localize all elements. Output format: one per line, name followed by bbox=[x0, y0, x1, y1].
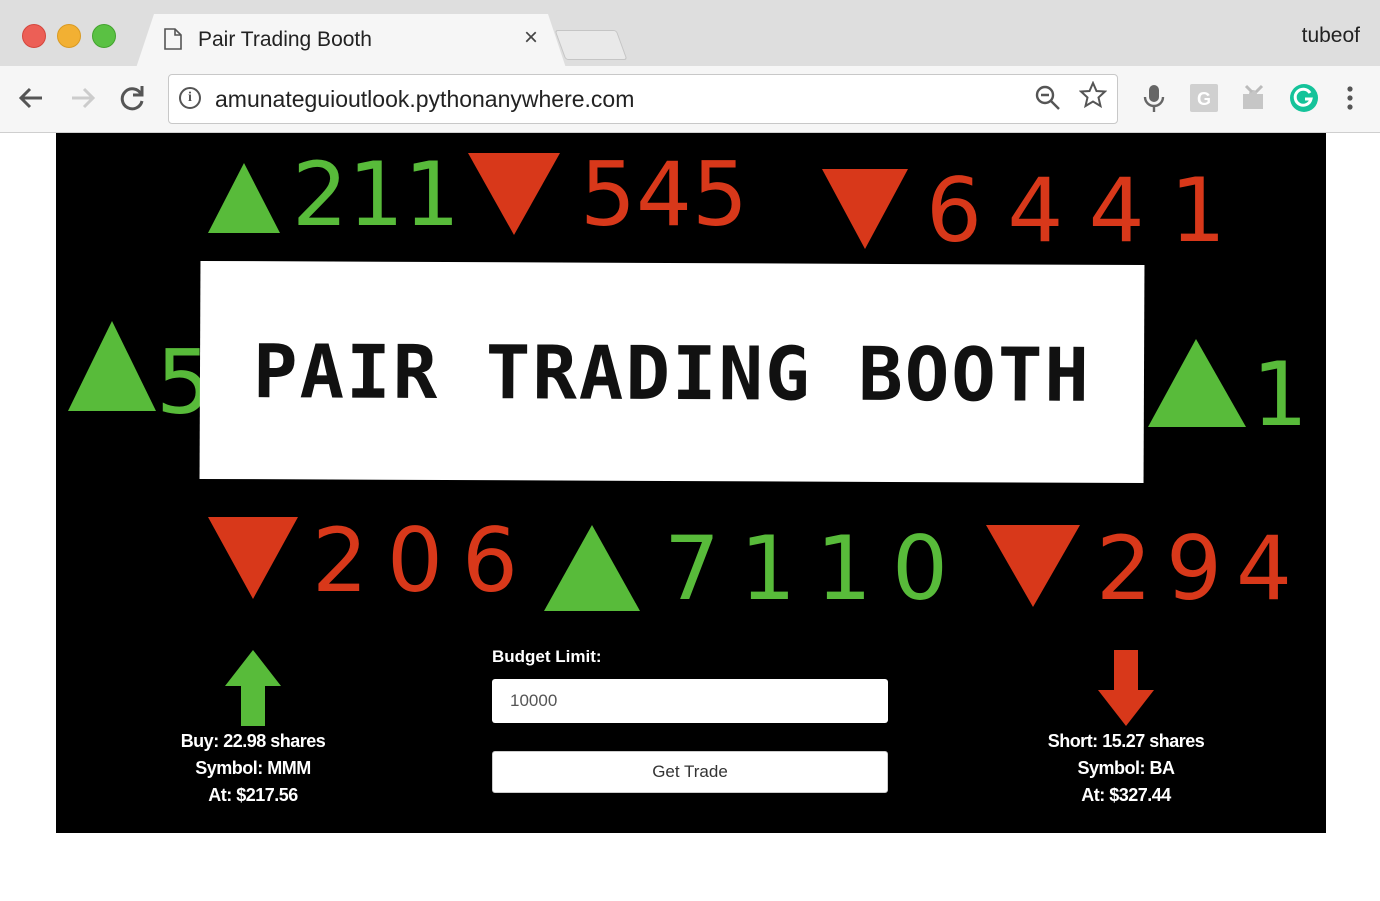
short-shares-value: 15.27 bbox=[1102, 731, 1145, 751]
buy-symbol-label: Symbol: bbox=[195, 758, 263, 778]
site-info-icon[interactable]: i bbox=[179, 87, 201, 109]
forward-arrow-icon[interactable] bbox=[66, 82, 98, 114]
buy-shares-unit: shares bbox=[270, 731, 326, 751]
address-bar[interactable]: i amunateguioutlook.pythonanywhere.com bbox=[168, 74, 1118, 124]
tab-title: Pair Trading Booth bbox=[198, 28, 372, 51]
budget-limit-label: Budget Limit: bbox=[492, 647, 602, 666]
short-price-label: At: bbox=[1081, 785, 1105, 805]
new-tab-button[interactable] bbox=[554, 30, 628, 60]
buy-panel: Buy: 22.98 shares Symbol: MMM At: $217.5… bbox=[143, 648, 363, 809]
grammarly-icon[interactable] bbox=[1288, 82, 1320, 114]
ticker-value: 7110 bbox=[664, 517, 948, 620]
short-shares-label: Short: bbox=[1047, 731, 1099, 751]
down-triangle-icon bbox=[468, 153, 560, 235]
close-tab-icon[interactable]: × bbox=[524, 26, 538, 50]
buy-symbol-line: Symbol: MMM bbox=[143, 755, 363, 782]
budget-limit-input[interactable] bbox=[492, 679, 888, 723]
buy-symbol-value: MMM bbox=[267, 758, 311, 778]
profile-name[interactable]: tubeof bbox=[1302, 24, 1360, 48]
browser-tab-bar: Pair Trading Booth × tubeof bbox=[0, 0, 1380, 66]
down-triangle-icon bbox=[986, 525, 1080, 607]
down-triangle-icon bbox=[822, 169, 908, 249]
up-triangle-icon bbox=[68, 321, 156, 411]
back-arrow-icon[interactable] bbox=[16, 82, 48, 114]
short-price-line: At: $327.44 bbox=[1016, 782, 1236, 809]
buy-shares-line: Buy: 22.98 shares bbox=[143, 728, 363, 755]
microphone-icon[interactable] bbox=[1138, 82, 1170, 114]
svg-text:G: G bbox=[1197, 89, 1211, 109]
short-symbol-value: BA bbox=[1149, 758, 1176, 778]
buy-shares-label: Buy: bbox=[180, 731, 220, 751]
page-stage: 211 545 6441 5 1 206 7110 294 PAIR TRADI… bbox=[56, 133, 1326, 833]
buy-shares-value: 22.98 bbox=[223, 731, 266, 751]
url-text[interactable]: amunateguioutlook.pythonanywhere.com bbox=[215, 86, 634, 113]
close-window-button[interactable] bbox=[22, 24, 46, 48]
short-symbol-line: Symbol: BA bbox=[1016, 755, 1236, 782]
ticker-value: 545 bbox=[580, 143, 748, 246]
get-trade-button[interactable]: Get Trade bbox=[492, 751, 888, 793]
trade-form: Budget Limit: Get Trade bbox=[492, 647, 888, 793]
buy-price-line: At: $217.56 bbox=[143, 782, 363, 809]
short-panel: Short: 15.27 shares Symbol: BA At: $327.… bbox=[1016, 648, 1236, 809]
ticker-value: 6441 bbox=[926, 159, 1226, 262]
up-triangle-icon bbox=[544, 525, 640, 611]
up-triangle-icon bbox=[208, 163, 280, 233]
short-shares-line: Short: 15.27 shares bbox=[1016, 728, 1236, 755]
down-triangle-icon bbox=[208, 517, 298, 599]
browser-tab[interactable]: Pair Trading Booth × bbox=[136, 14, 566, 68]
maximize-window-button[interactable] bbox=[92, 24, 116, 48]
google-extension-icon[interactable]: G bbox=[1188, 82, 1220, 114]
short-price-value: $327.44 bbox=[1109, 785, 1171, 805]
reload-icon[interactable] bbox=[116, 82, 148, 114]
title-banner: PAIR TRADING BOOTH bbox=[199, 260, 1145, 484]
minimize-window-button[interactable] bbox=[57, 24, 81, 48]
ticker-value: 211 bbox=[292, 143, 460, 246]
ticker-value: 1 bbox=[1252, 343, 1308, 446]
ticker-value: 206 bbox=[312, 509, 518, 612]
document-icon bbox=[164, 28, 182, 50]
short-shares-unit: shares bbox=[1149, 731, 1205, 751]
ticker-value: 294 bbox=[1096, 517, 1292, 620]
page-title: PAIR TRADING BOOTH bbox=[252, 329, 1092, 419]
bookmark-star-icon[interactable] bbox=[1079, 81, 1107, 109]
zoom-icon[interactable] bbox=[1035, 85, 1061, 111]
buy-price-label: At: bbox=[208, 785, 232, 805]
puzzle-extension-icon[interactable] bbox=[1238, 82, 1270, 114]
up-triangle-icon bbox=[1148, 339, 1246, 427]
buy-price-value: $217.56 bbox=[236, 785, 298, 805]
browser-toolbar: i amunateguioutlook.pythonanywhere.com G bbox=[0, 66, 1380, 133]
more-menu-icon[interactable] bbox=[1334, 82, 1366, 114]
buy-up-arrow-icon bbox=[225, 650, 281, 726]
short-symbol-label: Symbol: bbox=[1077, 758, 1145, 778]
short-down-arrow-icon bbox=[1098, 650, 1154, 726]
